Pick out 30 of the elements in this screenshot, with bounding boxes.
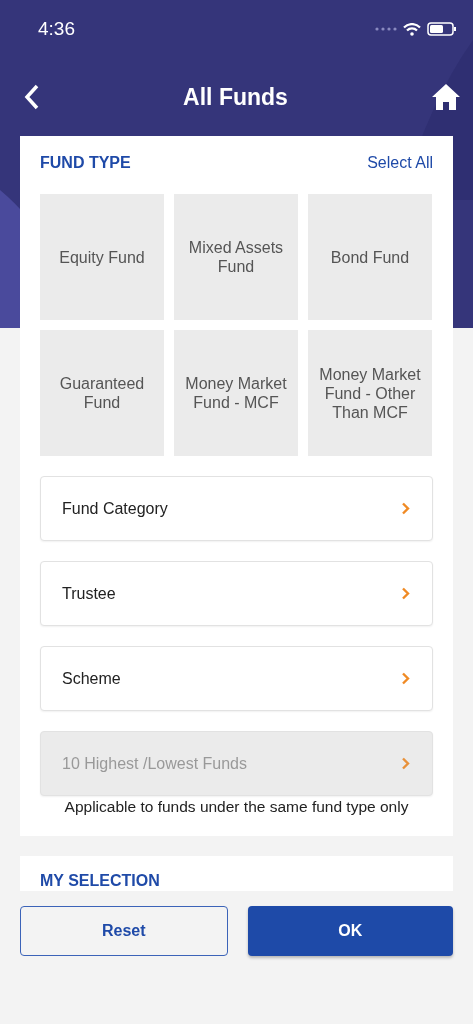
select-all-link[interactable]: Select All	[367, 154, 433, 172]
fund-type-tile[interactable]: Mixed Assets Fund	[174, 194, 298, 320]
chevron-right-icon	[401, 502, 410, 515]
filter-label: Fund Category	[62, 499, 168, 518]
filter-label: Scheme	[62, 669, 121, 688]
fund-type-tile[interactable]: Guaranteed Fund	[40, 330, 164, 456]
filter-row[interactable]: Fund Category	[40, 476, 433, 541]
signal-icon	[375, 27, 397, 31]
filter-label: 10 Highest /Lowest Funds	[62, 754, 247, 773]
section-title: FUND TYPE	[40, 154, 131, 172]
fund-type-tile[interactable]: Bond Fund	[308, 194, 432, 320]
chevron-right-icon	[401, 587, 410, 600]
page-title: All Funds	[183, 83, 288, 111]
filter-row[interactable]: Scheme	[40, 646, 433, 711]
status-time: 4:36	[38, 18, 75, 40]
chevron-right-icon	[401, 757, 410, 770]
reset-button[interactable]: Reset	[20, 906, 228, 956]
fund-type-tile[interactable]: Money Market Fund - Other Than MCF	[308, 330, 432, 456]
ok-button[interactable]: OK	[247, 906, 453, 956]
back-icon[interactable]	[24, 84, 40, 110]
filter-row[interactable]: Trustee	[40, 561, 433, 626]
fund-type-tile[interactable]: Equity Fund	[40, 194, 164, 320]
note-text: Applicable to funds under the same fund type only	[63, 798, 410, 816]
home-icon[interactable]	[431, 83, 461, 111]
filter-label: Trustee	[62, 584, 116, 603]
battery-icon	[427, 22, 457, 36]
section-title: MY SELECTION	[40, 872, 160, 889]
fund-type-tile[interactable]: Money Market Fund - MCF	[174, 330, 298, 456]
wifi-icon	[403, 22, 421, 36]
chevron-right-icon	[401, 672, 410, 685]
